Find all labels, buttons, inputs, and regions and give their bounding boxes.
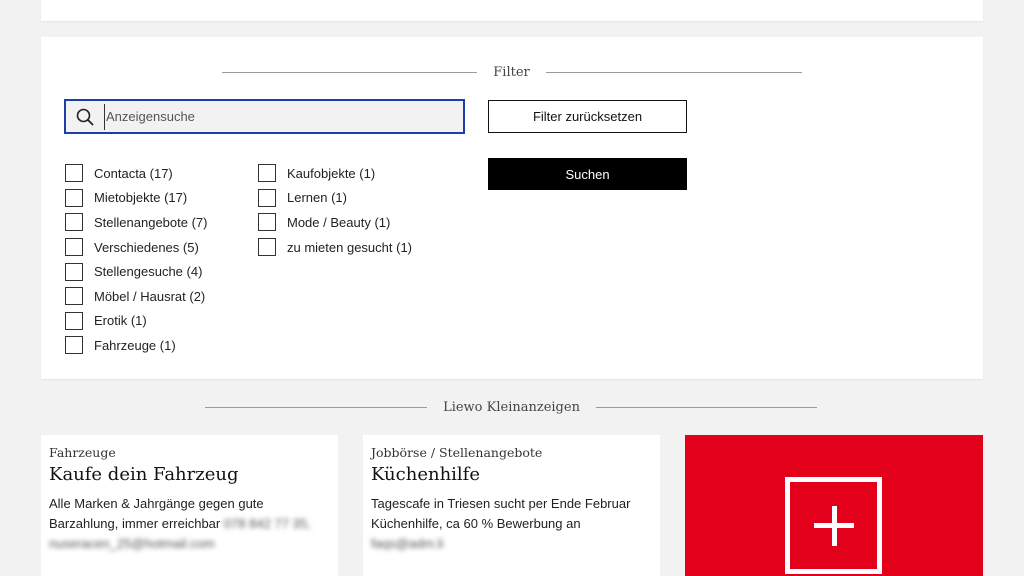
- checkbox-label: Contacta (17): [94, 165, 173, 181]
- checkbox[interactable]: [258, 188, 276, 207]
- add-ad-button[interactable]: [685, 435, 983, 576]
- divider: [545, 72, 802, 73]
- category-checkbox[interactable]: Kaufobjekte (1): [258, 161, 412, 186]
- filter-panel: Filter Filter zurücksetzen Suchen Contac…: [41, 37, 983, 379]
- ad-title[interactable]: Küchenhilfe: [371, 464, 652, 485]
- checkbox-label: Mode / Beauty (1): [287, 214, 391, 230]
- filter-heading: Filter: [222, 65, 802, 80]
- checkbox[interactable]: [65, 213, 83, 232]
- category-checkbox[interactable]: Contacta (17): [65, 161, 207, 186]
- checkbox-label: Stellenangebote (7): [94, 214, 208, 230]
- ad-card[interactable]: Jobbörse / Stellenangebote Küchenhilfe T…: [363, 435, 660, 576]
- category-checkbox[interactable]: Stellenangebote (7): [65, 210, 207, 235]
- divider: [595, 407, 817, 408]
- category-checkbox[interactable]: Möbel / Hausrat (2): [65, 284, 207, 309]
- checkbox[interactable]: [65, 311, 83, 330]
- ad-contact-email: faqs@adm.li: [371, 536, 444, 551]
- search-icon: [66, 108, 104, 126]
- filter-title: Filter: [493, 65, 530, 80]
- category-checkbox[interactable]: Lernen (1): [258, 186, 412, 211]
- checkbox-label: Mietobjekte (17): [94, 190, 188, 206]
- category-checkbox[interactable]: zu mieten gesucht (1): [258, 235, 412, 260]
- checkbox-label: Stellengesuche (4): [94, 264, 203, 280]
- checkbox[interactable]: [258, 213, 276, 232]
- category-checkbox[interactable]: Mode / Beauty (1): [258, 210, 412, 235]
- search-input[interactable]: [104, 103, 444, 130]
- category-checkbox[interactable]: Mietobjekte (17): [65, 186, 207, 211]
- search-button[interactable]: Suchen: [488, 158, 687, 190]
- ad-contact-phone: 078 842 77 35,: [223, 516, 311, 531]
- checkbox-label: Verschiedenes (5): [94, 239, 199, 255]
- checkbox[interactable]: [258, 164, 276, 183]
- divider: [222, 72, 478, 73]
- listings-heading: Liewo Kleinanzeigen: [205, 400, 817, 415]
- ad-text: Tagescafe in Triesen sucht per Ende Febr…: [371, 494, 656, 554]
- plus-icon: [831, 506, 837, 546]
- checkbox-label: Fahrzeuge (1): [94, 337, 176, 353]
- category-checkbox[interactable]: Stellengesuche (4): [65, 259, 207, 284]
- checkbox[interactable]: [65, 164, 83, 183]
- checkbox[interactable]: [258, 238, 276, 257]
- listings-title: Liewo Kleinanzeigen: [443, 400, 580, 415]
- checkbox[interactable]: [65, 188, 83, 207]
- checkbox[interactable]: [65, 238, 83, 257]
- ad-card[interactable]: Fahrzeuge Kaufe dein Fahrzeug Alle Marke…: [41, 435, 338, 576]
- category-list-col2: Kaufobjekte (1) Lernen (1) Mode / Beauty…: [258, 161, 412, 259]
- checkbox-label: zu mieten gesucht (1): [287, 239, 413, 255]
- ad-text: Alle Marken & Jahrgänge gegen gute Barza…: [49, 494, 334, 554]
- checkbox-label: Möbel / Hausrat (2): [94, 288, 206, 304]
- checkbox[interactable]: [65, 336, 83, 355]
- ad-description: Tagescafe in Triesen sucht per Ende Febr…: [371, 496, 631, 531]
- checkbox-label: Erotik (1): [94, 313, 147, 329]
- reset-filter-button[interactable]: Filter zurücksetzen: [488, 100, 687, 133]
- category-list-col1: Contacta (17) Mietobjekte (17) Stellenan…: [65, 161, 207, 358]
- ad-contact-email: nuseracen_25@hotmail.com: [49, 536, 215, 551]
- category-checkbox[interactable]: Erotik (1): [65, 309, 207, 334]
- checkbox-label: Lernen (1): [287, 190, 347, 206]
- category-checkbox[interactable]: Fahrzeuge (1): [65, 333, 207, 358]
- previous-section-card: [41, 0, 983, 21]
- checkbox[interactable]: [65, 262, 83, 281]
- search-field[interactable]: [64, 99, 465, 134]
- ad-title[interactable]: Kaufe dein Fahrzeug: [49, 464, 330, 485]
- checkbox-label: Kaufobjekte (1): [287, 165, 376, 181]
- divider: [205, 407, 428, 408]
- category-checkbox[interactable]: Verschiedenes (5): [65, 235, 207, 260]
- checkbox[interactable]: [65, 287, 83, 306]
- ad-category: Jobbörse / Stellenangebote: [371, 445, 543, 460]
- ad-category: Fahrzeuge: [49, 445, 116, 460]
